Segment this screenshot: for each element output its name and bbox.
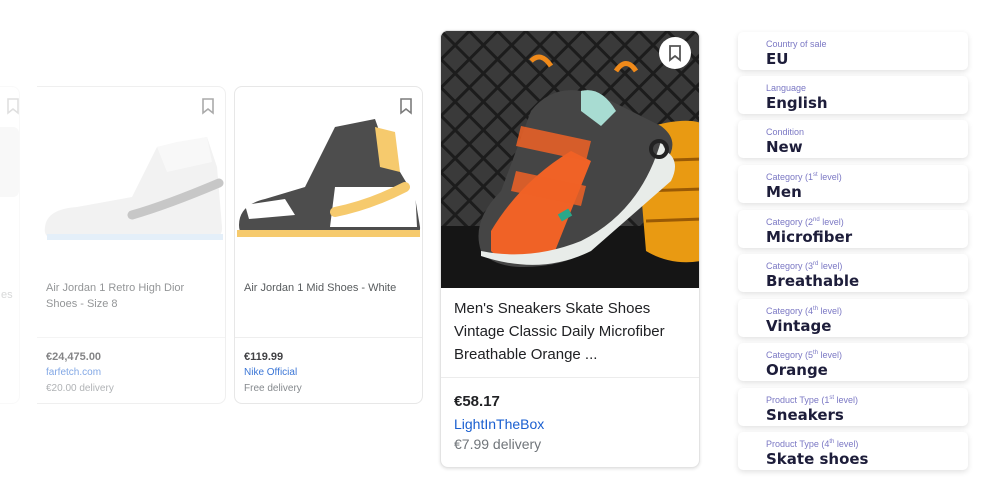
attribute-label: Category (4th level)	[766, 306, 842, 316]
product-card-partial[interactable]: es	[0, 86, 20, 404]
attribute-label-suffix: level)	[818, 261, 843, 271]
attribute-value: Skate shoes	[766, 450, 869, 468]
divider	[441, 377, 699, 378]
attribute-label: Country of sale	[766, 39, 827, 49]
attribute-label: Condition	[766, 127, 804, 137]
attribute-label-text: Country of sale	[766, 39, 827, 49]
attribute-label: Category (5th level)	[766, 350, 842, 360]
attribute-label-suffix: level)	[818, 350, 843, 360]
attribute-row: Product Type (1st level) Sneakers	[738, 388, 968, 426]
product-card[interactable]: Air Jordan 1 Mid Shoes - White €119.99 N…	[234, 86, 423, 404]
product-price: €119.99	[244, 351, 284, 363]
attribute-value: Vintage	[766, 317, 832, 335]
attribute-row: Country of sale EU	[738, 32, 968, 70]
attribute-row: Category (1st level) Men	[738, 165, 968, 203]
attribute-value: EU	[766, 50, 789, 68]
attribute-label-suffix: level)	[819, 217, 844, 227]
bookmark-icon	[669, 45, 681, 62]
attribute-row: Product Type (4th level) Skate shoes	[738, 432, 968, 470]
attribute-row: Category (4th level) Vintage	[738, 299, 968, 337]
attribute-label-text: Category (5	[766, 350, 814, 360]
product-title: es	[1, 289, 13, 301]
attribute-value: Sneakers	[766, 406, 844, 424]
attribute-label-suffix: level)	[817, 172, 842, 182]
attribute-row: Category (3rd level) Breathable	[738, 254, 968, 292]
product-title: Air Jordan 1 Retro High Dior Shoes - Siz…	[46, 282, 185, 310]
attribute-label: Product Type (1st level)	[766, 395, 858, 405]
bookmark-icon[interactable]	[398, 97, 414, 115]
product-image	[37, 87, 225, 257]
delivery-info: Free delivery	[244, 383, 302, 394]
attribute-label-text: Product Type (1	[766, 395, 830, 405]
attribute-label-suffix: level)	[818, 306, 843, 316]
product-image	[235, 87, 422, 257]
seller-link[interactable]: LightInTheBox	[454, 416, 544, 432]
attribute-label-text: Category (4	[766, 306, 814, 316]
attribute-label-text: Language	[766, 83, 807, 93]
attribute-label-suffix: level)	[834, 395, 859, 405]
product-card[interactable]: Air Jordan 1 Retro High Dior Shoes - Siz…	[37, 86, 226, 404]
divider	[37, 337, 225, 338]
attribute-value: Men	[766, 183, 802, 201]
seller-link[interactable]: farfetch.com	[46, 367, 101, 378]
attribute-label-text: Product Type (4	[766, 439, 830, 449]
attribute-label: Category (2nd level)	[766, 217, 844, 227]
product-image	[441, 31, 699, 288]
bookmark-button[interactable]	[659, 37, 691, 69]
attribute-value: Orange	[766, 361, 828, 379]
divider	[235, 337, 422, 338]
product-price: €58.17	[454, 393, 500, 410]
product-card-featured[interactable]: Men's Sneakers Skate Shoes Vintage Class…	[440, 30, 700, 468]
delivery-info: €20.00 delivery	[46, 383, 114, 394]
attribute-label-text: Category (3	[766, 261, 814, 271]
product-price: €24,475.00	[46, 351, 102, 363]
bookmark-icon[interactable]	[200, 97, 216, 115]
attribute-row: Condition New	[738, 120, 968, 158]
attribute-label-suffix: level)	[834, 439, 859, 449]
ordinal-suffix: nd	[813, 217, 820, 223]
product-image	[0, 87, 19, 237]
attribute-row: Category (2nd level) Microfiber	[738, 210, 968, 248]
attribute-label: Category (3rd level)	[766, 261, 842, 271]
attribute-label: Category (1st level)	[766, 172, 842, 182]
seller-link[interactable]: Nike Official	[244, 367, 297, 378]
attribute-label-text: Category (2	[766, 217, 814, 227]
delivery-info: €7.99 delivery	[454, 436, 542, 452]
attribute-value: English	[766, 94, 828, 112]
attribute-row: Language English	[738, 76, 968, 114]
attribute-value: Breathable	[766, 272, 860, 290]
attribute-value: New	[766, 138, 803, 156]
attribute-label: Language	[766, 83, 806, 93]
product-title[interactable]: Men's Sneakers Skate Shoes Vintage Class…	[454, 297, 692, 366]
attribute-row: Category (5th level) Orange	[738, 343, 968, 381]
attribute-label-text: Condition	[766, 127, 805, 137]
attribute-value: Microfiber	[766, 228, 853, 246]
attribute-label-text: Category (1	[766, 172, 814, 182]
product-title: Air Jordan 1 Mid Shoes - White	[244, 282, 397, 294]
attribute-label: Product Type (4th level)	[766, 439, 858, 449]
